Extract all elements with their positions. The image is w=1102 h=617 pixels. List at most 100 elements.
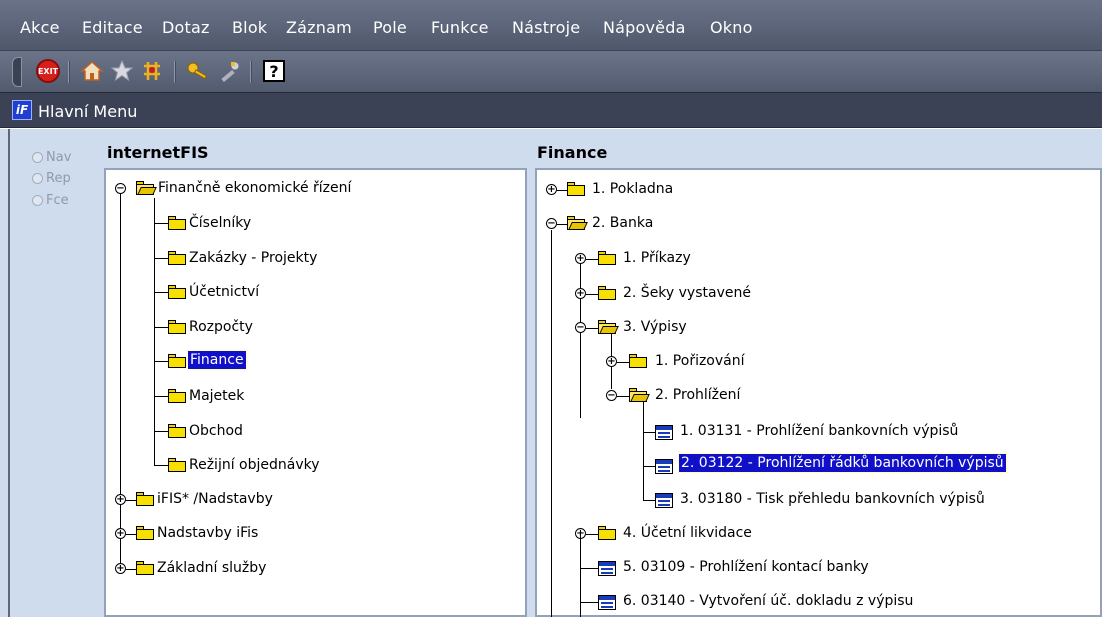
tree-line	[586, 328, 598, 329]
folder-icon	[136, 526, 154, 540]
tree-line	[643, 432, 655, 433]
folder-icon	[598, 286, 616, 300]
tree-item[interactable]: Majetek	[189, 388, 244, 404]
mode-radio-rep[interactable]: Rep	[32, 171, 71, 186]
folder-open-icon	[136, 181, 157, 195]
help-icon[interactable]: ?	[260, 57, 288, 85]
menu-akce[interactable]: Akce	[20, 18, 60, 37]
exit-icon[interactable]: EXIT	[34, 57, 62, 85]
menu-zaznam[interactable]: Záznam	[286, 18, 352, 37]
tree-item[interactable]: Základní služby	[157, 560, 266, 576]
menu-nastroje[interactable]: Nástroje	[512, 18, 580, 37]
folder-icon	[567, 182, 585, 196]
form-icon	[655, 425, 673, 440]
collapse-icon[interactable]: −	[575, 322, 586, 333]
toolbar-separator	[68, 61, 70, 83]
folder-icon	[598, 251, 616, 265]
tree-line	[154, 361, 168, 362]
tree-item[interactable]: Nadstavby iFis	[157, 525, 258, 541]
tree-item[interactable]: 1. Příkazy	[623, 250, 691, 266]
help-label: ?	[263, 60, 285, 82]
radio-icon[interactable]	[32, 173, 43, 184]
expand-icon[interactable]: +	[115, 563, 126, 574]
tree-item[interactable]: 5. 03109 - Prohlížení kontací banky	[623, 559, 869, 575]
collapse-icon[interactable]: −	[546, 218, 557, 229]
expand-icon[interactable]: +	[575, 253, 586, 264]
tree-item[interactable]: Rozpočty	[189, 319, 253, 335]
tree-item[interactable]: 1. Pořizování	[655, 353, 745, 369]
expand-icon[interactable]: +	[546, 184, 557, 195]
tree-item-selected[interactable]: 2. 03122 - Prohlížení řádků bankovních v…	[678, 453, 1007, 473]
collapse-icon[interactable]: −	[606, 390, 617, 401]
expand-icon[interactable]: +	[115, 528, 126, 539]
menu-funkce[interactable]: Funkce	[431, 18, 489, 37]
tree-item[interactable]: Obchod	[189, 423, 243, 439]
toolbar-separator	[174, 61, 176, 83]
tree-item[interactable]: Režijní objednávky	[189, 457, 320, 473]
menu-bar: Akce Editace Dotaz Blok Záznam Pole Funk…	[0, 0, 1102, 50]
selected-label[interactable]: Finance	[187, 350, 247, 370]
folder-open-icon	[567, 216, 588, 230]
tree-item[interactable]: iFIS* /Nadstavby	[157, 491, 273, 507]
tree-item[interactable]: 1. 03131 - Prohlížení bankovních výpisů	[680, 423, 958, 439]
tree-item[interactable]: 6. 03140 - Vytvoření úč. dokladu z výpis…	[623, 593, 913, 609]
tree-item[interactable]: 3. 03180 - Tisk přehledu bankovních výpi…	[680, 491, 985, 507]
tree-line	[557, 224, 567, 225]
tree-line	[580, 568, 598, 569]
expand-icon[interactable]: +	[575, 288, 586, 299]
app-logo: iF	[12, 100, 32, 120]
tree-item[interactable]: 2. Banka	[592, 215, 653, 231]
folder-icon	[629, 354, 647, 368]
tree-line	[154, 465, 168, 466]
tree-item[interactable]: Zakázky - Projekty	[189, 250, 317, 266]
folder-icon	[168, 458, 186, 472]
star-icon[interactable]	[108, 57, 136, 85]
tree-item[interactable]: 2. Prohlížení	[655, 387, 740, 403]
tree-line	[154, 258, 168, 259]
selected-label[interactable]: 2. 03122 - Prohlížení řádků bankovních v…	[678, 453, 1007, 473]
tree-item[interactable]: 2. Šeky vystavené	[623, 285, 751, 301]
tree-item-selected[interactable]: Finance	[187, 350, 247, 370]
network-icon[interactable]	[138, 57, 166, 85]
mode-radio-fce[interactable]: Fce	[32, 193, 69, 208]
radio-icon[interactable]	[32, 195, 43, 206]
menu-blok[interactable]: Blok	[232, 18, 267, 37]
tree-line	[126, 569, 136, 570]
menu-editace[interactable]: Editace	[82, 18, 143, 37]
expand-icon[interactable]: +	[115, 494, 126, 505]
menu-napoveda[interactable]: Nápověda	[603, 18, 686, 37]
menu-okno[interactable]: Okno	[710, 18, 753, 37]
tree-item-root[interactable]: Finančně ekonomické řízení	[158, 180, 351, 196]
tree-line	[154, 223, 168, 224]
tree-item[interactable]: Číselníky	[189, 215, 251, 231]
tree-item[interactable]: 3. Výpisy	[623, 319, 687, 335]
tree-line	[154, 292, 168, 293]
folder-icon	[136, 561, 154, 575]
menu-pole[interactable]: Pole	[373, 18, 407, 37]
tree-line	[126, 534, 136, 535]
menu-dotaz[interactable]: Dotaz	[162, 18, 210, 37]
tree-line	[643, 402, 644, 501]
left-panel-title: internetFIS	[107, 143, 209, 162]
toolbar-handle	[12, 57, 22, 87]
mode-label: Nav	[46, 150, 72, 165]
home-icon[interactable]	[78, 57, 106, 85]
tree-line	[617, 396, 629, 397]
tree-item[interactable]: 4. Účetní likvidace	[623, 525, 752, 541]
toolbar-separator	[250, 61, 252, 83]
keys-icon[interactable]	[184, 57, 212, 85]
collapse-icon[interactable]: −	[115, 183, 126, 194]
tree-item[interactable]: Účetnictví	[189, 284, 259, 300]
tree-line	[154, 431, 168, 432]
expand-icon[interactable]: +	[606, 356, 617, 367]
window-title: Hlavní Menu	[38, 102, 138, 121]
tree-line	[643, 500, 655, 501]
form-icon	[655, 459, 673, 474]
tools-icon[interactable]	[216, 57, 244, 85]
tree-line	[154, 327, 168, 328]
radio-icon[interactable]	[32, 152, 43, 163]
mode-radio-nav[interactable]: Nav	[32, 150, 71, 165]
tree-item[interactable]: 1. Pokladna	[592, 181, 673, 197]
left-tree-panel: − Finančně ekonomické řízení Číselníky Z…	[104, 168, 527, 617]
folder-icon	[168, 320, 186, 334]
